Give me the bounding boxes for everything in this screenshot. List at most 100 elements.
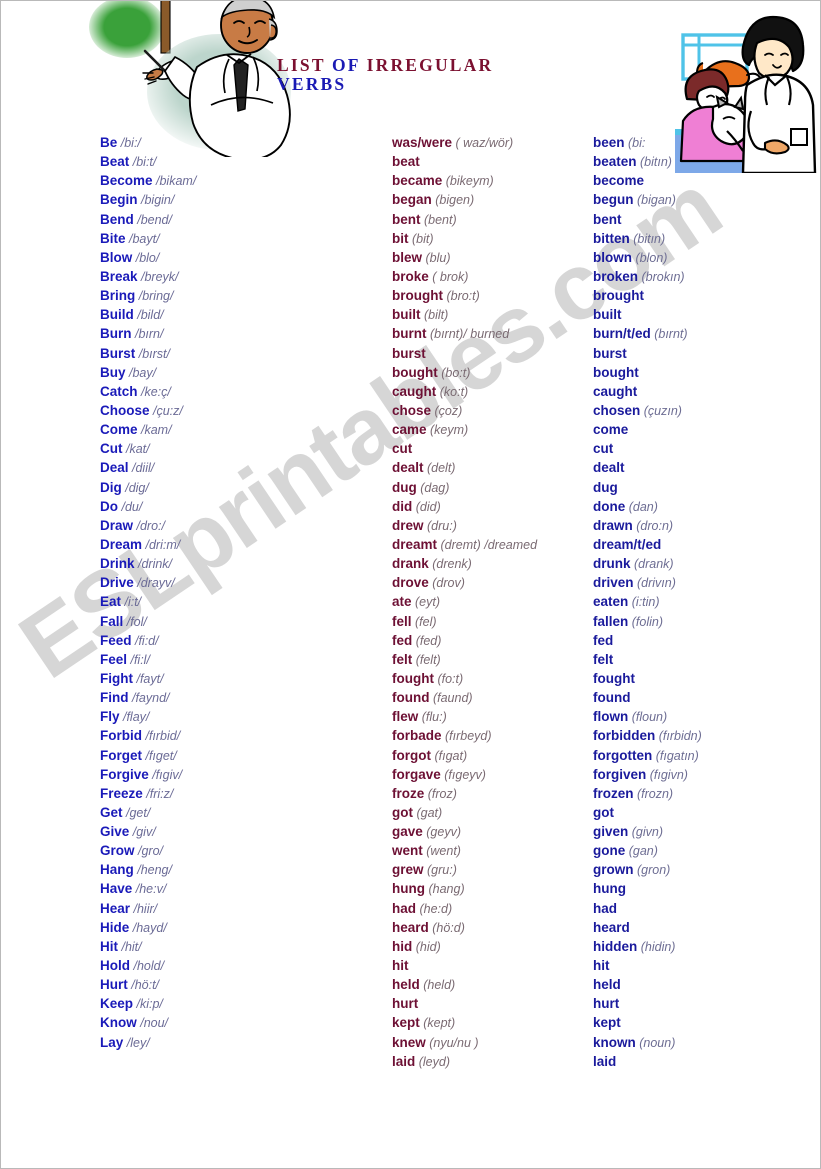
verb-word: frozen	[593, 785, 634, 801]
verb-row-base: Fall /fol/	[100, 612, 390, 631]
verb-word: became	[392, 173, 443, 189]
verb-row-past: hid (hid)	[392, 937, 597, 956]
verb-word: got	[593, 804, 614, 820]
verb-word: heard	[392, 919, 429, 935]
verb-phonetic: (drank)	[630, 557, 674, 572]
verb-word: begun	[593, 192, 634, 208]
verb-row-participle: drawn (dro:n)	[593, 516, 818, 535]
verb-phonetic: /i:t/	[121, 595, 142, 610]
verb-phonetic: (faund)	[429, 691, 473, 706]
verb-phonetic: (dro:n)	[632, 518, 674, 533]
verb-row-past: bit (bit)	[392, 229, 597, 248]
verb-row-base: Eat /i:t/	[100, 592, 390, 611]
verb-phonetic: (noun)	[635, 1035, 676, 1050]
verb-phonetic: /hit/	[118, 939, 142, 954]
verb-phonetic: /bırn/	[131, 327, 164, 342]
verb-row-past: bent (bent)	[392, 210, 597, 229]
verb-row-base: Blow /blo/	[100, 248, 390, 267]
verb-word: driven	[593, 575, 634, 591]
verb-word: eaten	[593, 594, 629, 610]
verb-row-past: hurt	[392, 994, 597, 1013]
verb-phonetic: (bi:	[624, 136, 646, 150]
verb-phonetic: /kam/	[137, 423, 172, 438]
verb-row-past: found (faund)	[392, 688, 597, 707]
verb-phonetic: (bo:t)	[437, 365, 471, 380]
verb-row-participle: frozen (frozn)	[593, 784, 818, 803]
verb-row-past: gave (geyv)	[392, 822, 597, 841]
verb-phonetic: (delt)	[423, 461, 456, 476]
verb-row-participle: done (dan)	[593, 497, 818, 516]
verb-phonetic: /hö:t/	[127, 978, 160, 993]
verb-phonetic: /diil/	[128, 461, 155, 476]
verb-word: dug	[593, 479, 618, 495]
column-past-simple: was/were ( waz/wör) beat became (bikeym) be…	[392, 133, 597, 1071]
verb-row-participle: dug	[593, 478, 818, 497]
verb-phonetic: (dan)	[625, 499, 658, 514]
irregular-verbs-table: Be /bi:/Beat /bi:t/Become /bikam/Begin /…	[1, 1, 820, 1168]
verb-row-past: built (bilt)	[392, 305, 597, 324]
verb-row-base: Feed /fi:d/	[100, 631, 390, 650]
verb-word: fought	[392, 670, 434, 686]
verb-word: was/were	[392, 135, 453, 150]
verb-row-base: Hear /hiir/	[100, 899, 390, 918]
verb-phonetic: /bikam/	[152, 174, 197, 189]
verb-phonetic: /fi:l/	[127, 652, 150, 667]
verb-phonetic: (çuzın)	[640, 403, 682, 418]
column-past-participle: been (bi: beaten (bitın) become begun (biga…	[593, 133, 818, 1071]
verb-row-base: Do /du/	[100, 497, 390, 516]
verb-row-participle: drunk (drank)	[593, 554, 818, 573]
verb-word: built	[392, 307, 421, 323]
verb-word: Give	[100, 824, 130, 840]
verb-phonetic: (fo:t)	[433, 671, 464, 686]
verb-word: Hear	[100, 900, 131, 916]
verb-word: forgot	[392, 747, 431, 763]
verb-row-participle: known (noun)	[593, 1033, 818, 1052]
verb-phonetic: (bilt)	[420, 308, 449, 323]
verb-word: forbade	[392, 728, 442, 744]
verb-row-participle: begun (bigan)	[593, 190, 818, 209]
verb-phonetic: (çoz)	[431, 403, 463, 418]
verb-phonetic: /hayd/	[129, 920, 167, 935]
verb-row-participle: fought	[593, 669, 818, 688]
verb-row-participle: dealt	[593, 458, 818, 477]
verb-row-past: went (went)	[392, 841, 597, 860]
verb-phonetic: (leyd)	[415, 1054, 450, 1069]
verb-word: forbidden	[593, 728, 656, 744]
verb-row-base: Hang /heng/	[100, 860, 390, 879]
verb-word: Dream	[100, 536, 143, 552]
title-word-irregular: IRREGULAR	[366, 55, 494, 75]
verb-phonetic: /bayt/	[125, 231, 160, 246]
verb-row-participle: hidden (hidin)	[593, 937, 818, 956]
verb-row-base: Dream /dri:m/	[100, 535, 390, 554]
verb-row-past: got (gat)	[392, 803, 597, 822]
verb-phonetic: (bırnt)/ burned	[426, 327, 510, 342]
verb-word: Freeze	[100, 785, 143, 801]
verb-phonetic: (gat)	[413, 805, 443, 820]
verb-phonetic: /kat/	[122, 442, 150, 457]
verb-row-participle: forbidden (fırbidn)	[593, 726, 818, 745]
verb-word: broken	[593, 268, 639, 284]
verb-phonetic: (bigan)	[633, 193, 676, 208]
verb-row-participle: cut	[593, 439, 818, 458]
verb-word: found	[593, 690, 631, 706]
verb-row-participle: caught	[593, 382, 818, 401]
verb-phonetic: (felt)	[412, 652, 441, 667]
verb-phonetic: /bigin/	[137, 193, 175, 208]
verb-phonetic: (dremt) /dreamed	[437, 537, 538, 552]
verb-row-base: Forbid /fırbid/	[100, 726, 390, 745]
verb-word: drew	[392, 517, 424, 533]
verb-phonetic: (fıgivn)	[646, 767, 688, 782]
verb-row-past: burnt (bırnt)/ burned	[392, 324, 597, 343]
verb-word: gave	[392, 824, 423, 840]
verb-word: knew	[392, 1034, 426, 1050]
verb-word: bit	[392, 230, 409, 246]
verb-word: forgotten	[593, 747, 653, 763]
verb-row-participle: bitten (bitın)	[593, 229, 818, 248]
verb-phonetic: /bay/	[125, 365, 157, 380]
verb-word: bought	[593, 364, 639, 380]
verb-word: Find	[100, 690, 129, 706]
verb-word: kept	[392, 1015, 420, 1031]
title-word-of: OF	[331, 55, 367, 75]
verb-word: Have	[100, 881, 133, 897]
verb-row-participle: grown (gron)	[593, 860, 818, 879]
